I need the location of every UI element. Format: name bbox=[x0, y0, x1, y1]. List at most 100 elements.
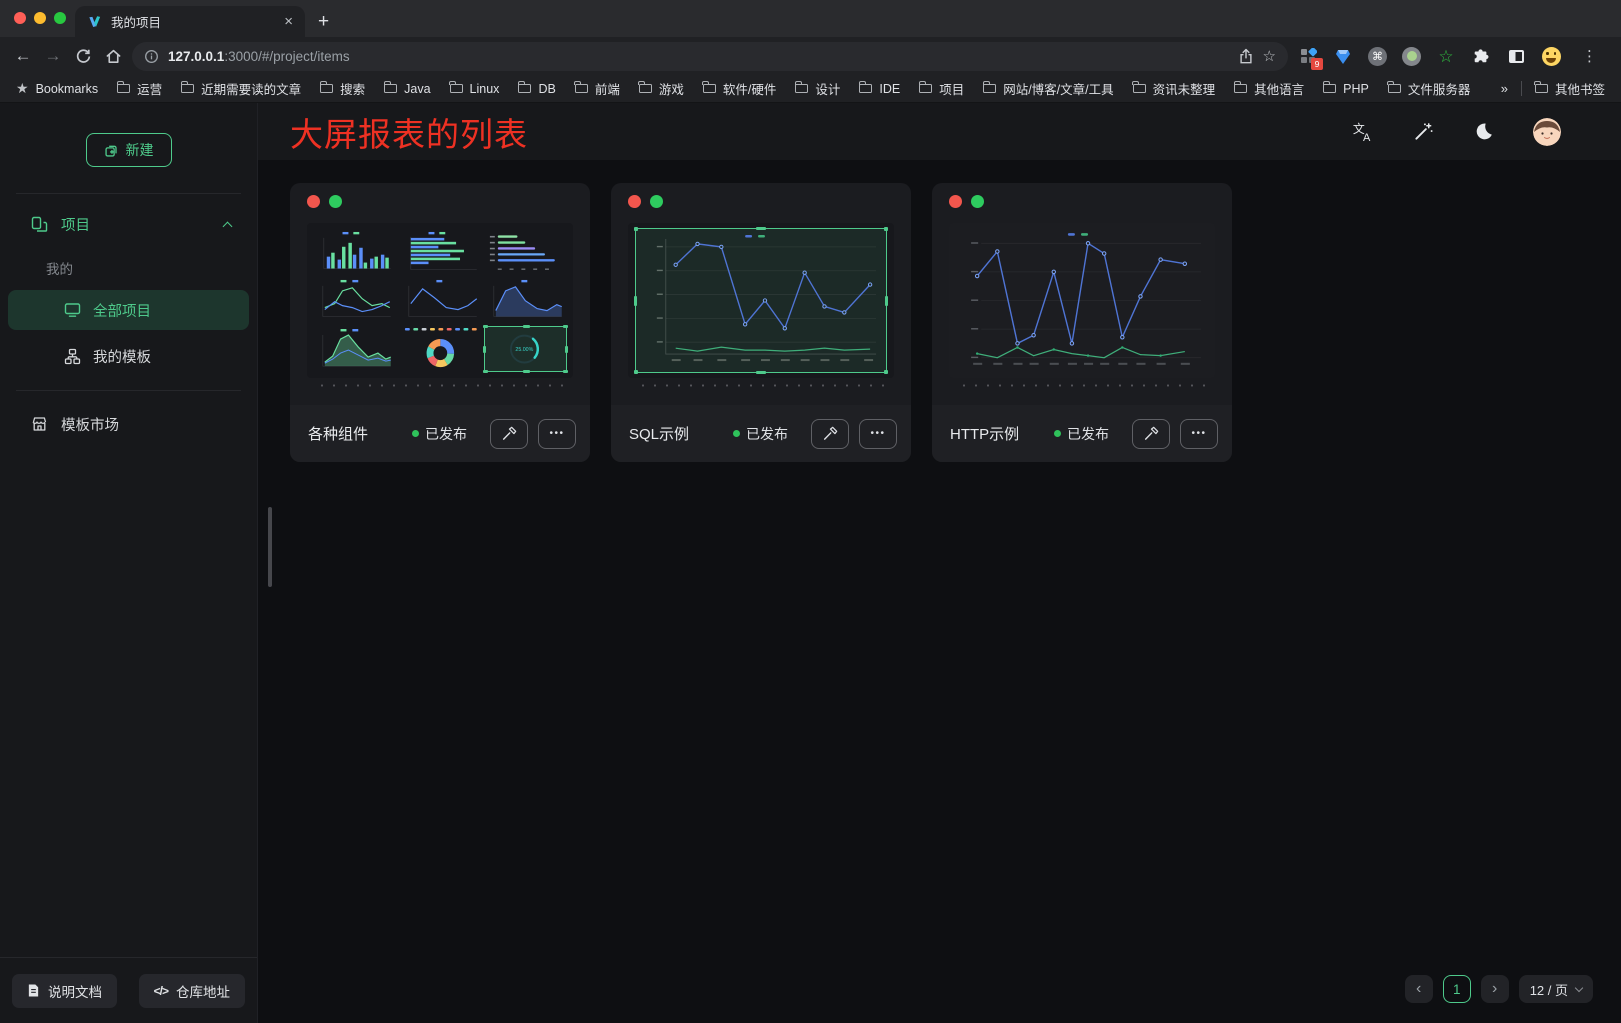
home-icon[interactable] bbox=[98, 41, 128, 71]
theme-wand-icon[interactable] bbox=[1413, 121, 1434, 142]
repo-button[interactable]: </> 仓库地址 bbox=[139, 974, 245, 1008]
side-panel-icon[interactable] bbox=[1506, 46, 1526, 66]
site-info-icon[interactable] bbox=[144, 49, 159, 64]
reload-icon[interactable] bbox=[68, 41, 98, 71]
status-badge: 已发布 bbox=[412, 424, 467, 444]
bookmark-star-icon[interactable]: ☆ bbox=[1263, 49, 1276, 64]
hammer-icon bbox=[1143, 426, 1159, 442]
status-dot bbox=[733, 430, 740, 437]
new-project-button[interactable]: 新建 bbox=[86, 133, 172, 167]
dark-mode-moon-icon[interactable] bbox=[1473, 121, 1494, 142]
bookmark-folder[interactable]: Linux bbox=[450, 82, 500, 96]
bookmark-folder[interactable]: IDE bbox=[859, 82, 900, 96]
forward-icon[interactable]: → bbox=[38, 41, 68, 71]
browser-menu-icon[interactable]: ⋮ bbox=[1576, 47, 1603, 65]
more-button[interactable]: ••• bbox=[1180, 419, 1218, 449]
edit-button[interactable] bbox=[811, 419, 849, 449]
back-icon[interactable]: ← bbox=[8, 41, 38, 71]
card-footer: HTTP示例 已发布 ••• bbox=[932, 405, 1232, 462]
pagination: ‹ 1 › 12 / 页 bbox=[1405, 975, 1593, 1003]
bookmark-folder[interactable]: 前端 bbox=[575, 79, 620, 98]
project-preview bbox=[628, 223, 894, 378]
share-icon[interactable] bbox=[1238, 48, 1254, 65]
bookmark-folder[interactable]: 项目 bbox=[919, 79, 964, 98]
bookmark-folder[interactable]: 其他语言 bbox=[1234, 79, 1304, 98]
bookmark-folder[interactable]: 资讯未整理 bbox=[1133, 79, 1216, 98]
project-card[interactable]: HTTP示例 已发布 ••• bbox=[932, 183, 1232, 462]
bookmark-folder[interactable]: 搜索 bbox=[320, 79, 365, 98]
scrollbar-thumb[interactable] bbox=[268, 507, 272, 587]
page-size-select[interactable]: 12 / 页 bbox=[1519, 975, 1593, 1003]
folder-icon bbox=[1535, 84, 1548, 93]
svg-text:25.00%: 25.00% bbox=[516, 347, 534, 353]
minimize-window-button[interactable] bbox=[34, 12, 46, 24]
tab-close-icon[interactable]: × bbox=[284, 14, 293, 29]
bookmarks-divider bbox=[1521, 81, 1522, 96]
mini-line-bars-chart bbox=[484, 229, 567, 274]
goview-app: 新建 项目 我的 全部项目 我的模板 模板市场 bbox=[0, 103, 1621, 1023]
star-filled-icon: ★ bbox=[16, 80, 29, 97]
new-tab-button[interactable]: + bbox=[318, 12, 329, 31]
maximize-window-button[interactable] bbox=[54, 12, 66, 24]
command-extension-icon[interactable]: ⌘ bbox=[1368, 47, 1387, 66]
close-window-button[interactable] bbox=[14, 12, 26, 24]
sidebar-item-template-market[interactable]: 模板市场 bbox=[0, 402, 257, 446]
sidebar-divider bbox=[16, 193, 241, 194]
card-footer: 各种组件 已发布 ••• bbox=[290, 405, 590, 462]
emoji-extension-icon[interactable] bbox=[1541, 46, 1561, 66]
app-header: 大屏报表的列表 文A bbox=[258, 103, 1621, 160]
gem-extension-icon[interactable] bbox=[1333, 46, 1353, 66]
url-bar[interactable]: 127.0.0.1:3000/#/project/items ☆ bbox=[132, 42, 1288, 71]
bookmark-folder[interactable]: Java bbox=[384, 82, 430, 96]
card-window-dots bbox=[949, 195, 984, 208]
bookmark-folder[interactable]: 游戏 bbox=[639, 79, 684, 98]
page-title: 大屏报表的列表 bbox=[290, 108, 528, 156]
edit-button[interactable] bbox=[1132, 419, 1170, 449]
bookmark-folder[interactable]: 软件/硬件 bbox=[703, 79, 776, 98]
project-card[interactable]: SQL示例 已发布 ••• bbox=[611, 183, 911, 462]
mini-line-chart bbox=[399, 277, 482, 322]
browser-tab[interactable]: 我的项目 × bbox=[75, 6, 305, 37]
sidebar-divider bbox=[16, 390, 241, 391]
more-button[interactable]: ••• bbox=[859, 419, 897, 449]
bookmark-folder[interactable]: DB bbox=[518, 82, 555, 96]
current-page-button[interactable]: 1 bbox=[1443, 975, 1471, 1003]
status-badge: 已发布 bbox=[1054, 424, 1109, 444]
user-avatar[interactable] bbox=[1533, 118, 1561, 146]
hatena-extension-icon[interactable]: ☆ bbox=[1436, 46, 1456, 66]
bookmark-folder[interactable]: 运营 bbox=[117, 79, 162, 98]
bookmark-folder[interactable]: 网站/博客/文章/工具 bbox=[983, 79, 1113, 98]
svg-text:A: A bbox=[1363, 132, 1371, 143]
bookmark-folder[interactable]: PHP bbox=[1323, 82, 1369, 96]
bookmark-folder[interactable]: 文件服务器 bbox=[1388, 79, 1471, 98]
bookmark-folder[interactable]: 近期需要读的文章 bbox=[181, 79, 301, 98]
mini-bar-chart bbox=[313, 229, 396, 274]
edit-button[interactable] bbox=[490, 419, 528, 449]
bookmarks-overflow-icon[interactable]: » bbox=[1501, 81, 1508, 96]
hammer-icon bbox=[822, 426, 838, 442]
project-list-content: 25.00% bbox=[258, 160, 1621, 1023]
monitor-icon bbox=[64, 302, 81, 318]
bookmarks-manager[interactable]: ★Bookmarks bbox=[16, 80, 98, 97]
prev-page-button[interactable]: ‹ bbox=[1405, 975, 1433, 1003]
extensions-puzzle-icon[interactable] bbox=[1471, 46, 1491, 66]
templates-icon bbox=[64, 348, 81, 365]
folder-icon bbox=[703, 84, 716, 93]
document-icon bbox=[27, 983, 40, 998]
project-card[interactable]: 25.00% bbox=[290, 183, 590, 462]
next-page-button[interactable]: › bbox=[1481, 975, 1509, 1003]
tab-manager-extension-icon[interactable]: 9 bbox=[1298, 46, 1318, 66]
language-icon[interactable]: 文A bbox=[1352, 121, 1374, 143]
sidebar-item-all-projects[interactable]: 全部项目 bbox=[8, 290, 249, 330]
sidebar-item-my-templates[interactable]: 我的模板 bbox=[8, 336, 249, 376]
recorder-extension-icon[interactable] bbox=[1402, 47, 1421, 66]
more-button[interactable]: ••• bbox=[538, 419, 576, 449]
folder-icon bbox=[384, 84, 397, 93]
docs-button[interactable]: 说明文档 bbox=[12, 974, 117, 1008]
preview-dotline bbox=[637, 384, 885, 387]
folder-icon bbox=[518, 84, 531, 93]
sidebar-section-project[interactable]: 项目 bbox=[0, 202, 257, 246]
extension-badge: 9 bbox=[1311, 58, 1323, 70]
bookmark-folder[interactable]: 设计 bbox=[795, 79, 840, 98]
other-bookmarks[interactable]: 其他书签 bbox=[1535, 79, 1605, 98]
